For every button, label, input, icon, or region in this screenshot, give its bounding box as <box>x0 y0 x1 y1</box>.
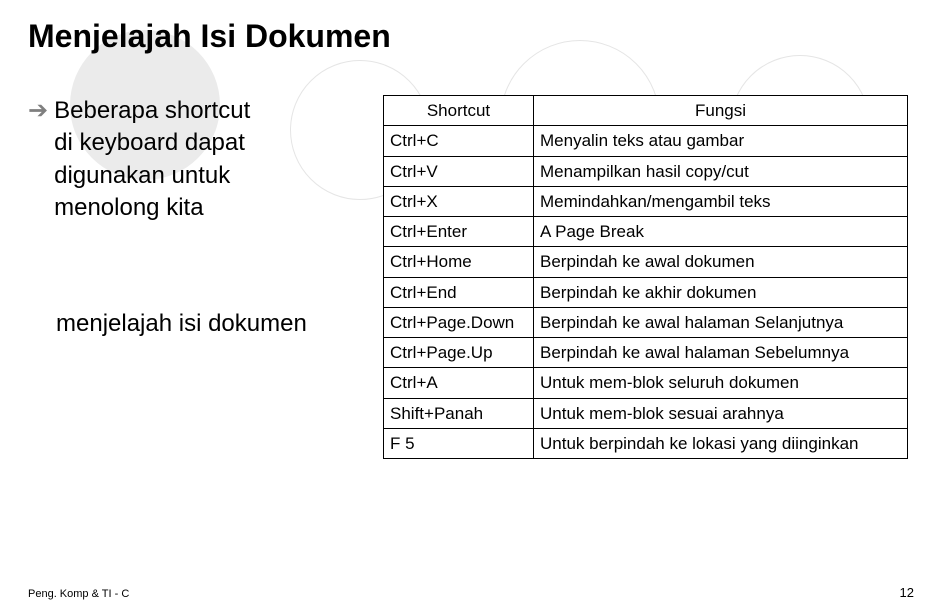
cell-shortcut: Ctrl+Home <box>384 247 534 277</box>
cell-shortcut: Ctrl+End <box>384 277 534 307</box>
bullet-overflow-text: menjelajah isi dokumen <box>56 310 307 338</box>
table-row: Ctrl+VMenampilkan hasil copy/cut <box>384 156 908 186</box>
table-row: Shift+PanahUntuk mem-blok sesuai arahnya <box>384 398 908 428</box>
table-row: Ctrl+HomeBerpindah ke awal dokumen <box>384 247 908 277</box>
page-title: Menjelajah Isi Dokumen <box>28 18 908 55</box>
cell-shortcut: Ctrl+C <box>384 126 534 156</box>
cell-fungsi: Berpindah ke awal dokumen <box>534 247 908 277</box>
cell-fungsi: Menampilkan hasil copy/cut <box>534 156 908 186</box>
bullet-text: Beberapa shortcut di keyboard dapat digu… <box>54 95 250 225</box>
cell-shortcut: Ctrl+X <box>384 186 534 216</box>
cell-shortcut: Ctrl+V <box>384 156 534 186</box>
arrow-icon: ➔ <box>28 95 48 225</box>
cell-shortcut: Ctrl+Enter <box>384 217 534 247</box>
cell-fungsi: Berpindah ke awal halaman Selanjutnya <box>534 307 908 337</box>
table-row: Ctrl+AUntuk mem-blok seluruh dokumen <box>384 368 908 398</box>
table-row: Ctrl+XMemindahkan/mengambil teks <box>384 186 908 216</box>
table-row: Ctrl+Page.UpBerpindah ke awal halaman Se… <box>384 338 908 368</box>
shortcut-table: Shortcut Fungsi Ctrl+CMenyalin teks atau… <box>383 95 908 459</box>
cell-shortcut: F 5 <box>384 428 534 458</box>
cell-fungsi: Berpindah ke awal halaman Sebelumnya <box>534 338 908 368</box>
footer-left: Peng. Komp & TI - C <box>28 588 129 600</box>
cell-shortcut: Shift+Panah <box>384 398 534 428</box>
cell-fungsi: Memindahkan/mengambil teks <box>534 186 908 216</box>
table-row: Ctrl+Page.DownBerpindah ke awal halaman … <box>384 307 908 337</box>
cell-fungsi: Untuk mem-blok seluruh dokumen <box>534 368 908 398</box>
cell-shortcut: Ctrl+A <box>384 368 534 398</box>
cell-fungsi: Untuk berpindah ke lokasi yang diinginka… <box>534 428 908 458</box>
table-row: Ctrl+CMenyalin teks atau gambar <box>384 126 908 156</box>
col-header-shortcut: Shortcut <box>384 96 534 126</box>
cell-shortcut: Ctrl+Page.Up <box>384 338 534 368</box>
page-number: 12 <box>900 585 914 600</box>
cell-shortcut: Ctrl+Page.Down <box>384 307 534 337</box>
cell-fungsi: A Page Break <box>534 217 908 247</box>
bullet-item: ➔ Beberapa shortcut di keyboard dapat di… <box>28 95 375 225</box>
table-header-row: Shortcut Fungsi <box>384 96 908 126</box>
cell-fungsi: Berpindah ke akhir dokumen <box>534 277 908 307</box>
cell-fungsi: Menyalin teks atau gambar <box>534 126 908 156</box>
table-row: Ctrl+EnterA Page Break <box>384 217 908 247</box>
table-row: Ctrl+EndBerpindah ke akhir dokumen <box>384 277 908 307</box>
col-header-fungsi: Fungsi <box>534 96 908 126</box>
table-row: F 5Untuk berpindah ke lokasi yang diingi… <box>384 428 908 458</box>
cell-fungsi: Untuk mem-blok sesuai arahnya <box>534 398 908 428</box>
